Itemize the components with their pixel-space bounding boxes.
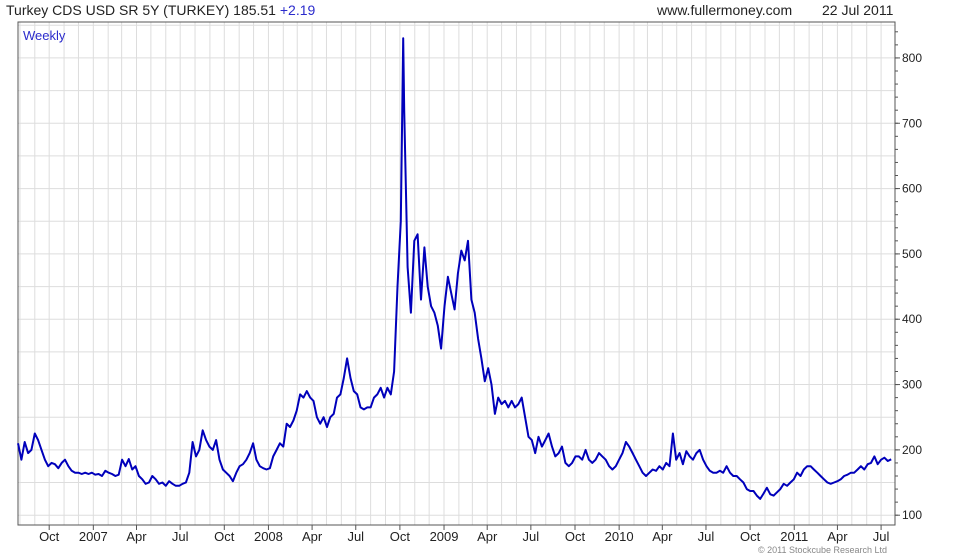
x-tick-label: Apr <box>126 529 147 544</box>
x-tick-label: 2007 <box>79 529 108 544</box>
x-tick-label: Apr <box>477 529 498 544</box>
x-tick-label: Jul <box>698 529 715 544</box>
x-tick-label: Oct <box>740 529 761 544</box>
y-tick-label: 100 <box>902 508 922 522</box>
x-tick-label: Oct <box>565 529 586 544</box>
x-tick-label: Oct <box>214 529 235 544</box>
x-tick-label: Jul <box>347 529 364 544</box>
cds-line-chart: 100 200 300 400 500 600 700 800 Oct 2007 Apr Jul Oct… <box>17 21 922 544</box>
series-line <box>17 37 892 500</box>
x-tick-label: Apr <box>652 529 673 544</box>
y-tick-label: 500 <box>902 247 922 261</box>
x-tick-label: Jul <box>873 529 890 544</box>
x-tick-label: Jul <box>523 529 540 544</box>
x-tick-label: 2011 <box>780 529 808 544</box>
x-tick-label: 2010 <box>605 529 634 544</box>
y-tick-label: 400 <box>902 312 922 326</box>
x-tick-label: 2009 <box>430 529 459 544</box>
x-tick-label: Oct <box>39 529 60 544</box>
copyright-notice: © 2011 Stockcube Research Ltd <box>758 545 888 555</box>
frequency-label: Weekly <box>23 28 66 43</box>
x-tick-label: Apr <box>302 529 323 544</box>
y-tick-label: 200 <box>902 443 922 457</box>
x-tick-label: Jul <box>172 529 189 544</box>
x-tick-label: Oct <box>390 529 411 544</box>
y-tick-label: 800 <box>902 51 922 65</box>
y-tick-label: 700 <box>902 116 922 130</box>
y-tick-label: 300 <box>902 378 922 392</box>
x-tick-label: Apr <box>827 529 848 544</box>
x-tick-label: 2008 <box>254 529 283 544</box>
y-tick-label: 600 <box>902 182 922 196</box>
